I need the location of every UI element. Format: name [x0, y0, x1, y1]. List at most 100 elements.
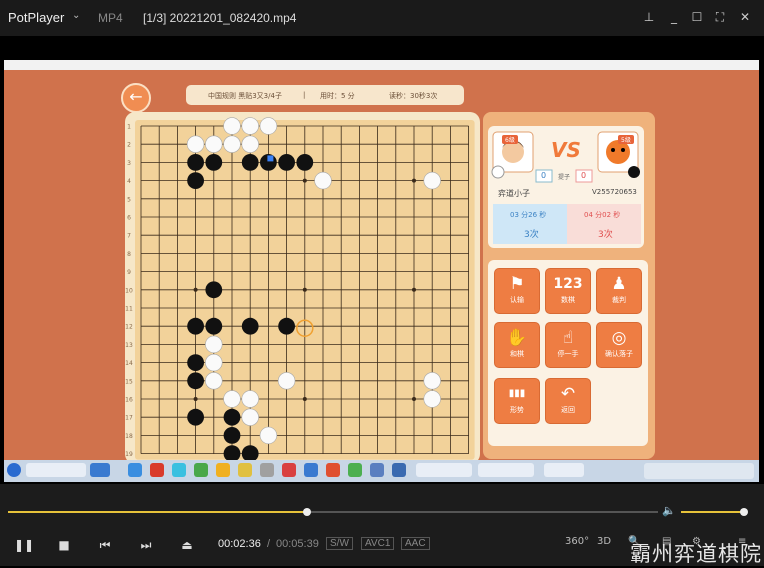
row-label: 16 — [125, 397, 133, 404]
black-stone — [187, 354, 204, 371]
tag-audio-codec[interactable]: AAC — [401, 537, 430, 550]
taskbar-task — [416, 463, 472, 477]
white-stone — [423, 390, 441, 408]
player-card: 6级 5级 VS 0 提子 0 弈道小子 V255720653 03 分26 秒… — [488, 126, 644, 248]
white-stone — [277, 372, 296, 390]
white-stone — [241, 135, 259, 153]
star-point — [193, 287, 198, 292]
return-button[interactable]: ↶ 返回 — [545, 378, 591, 424]
3d-button[interactable]: 3D — [597, 536, 611, 547]
volume-slider[interactable] — [681, 508, 748, 516]
time-separator: / — [267, 538, 271, 550]
seek-handle[interactable] — [303, 508, 311, 516]
close-icon[interactable]: ✕ — [736, 8, 754, 26]
total-time: 00:05:39 — [276, 538, 319, 550]
row-label: 14 — [125, 360, 133, 367]
row-label: 6 — [127, 215, 131, 222]
taskbar-app-icon — [370, 463, 384, 477]
last-move-marker — [267, 155, 274, 162]
start-icon — [7, 463, 21, 477]
row-label: 12 — [125, 324, 133, 331]
count-icon: 123 — [553, 276, 583, 292]
draw-button[interactable]: ✋ 和棋 — [494, 322, 540, 368]
next-button[interactable]: ⏭ — [128, 532, 164, 558]
row-label: 17 — [125, 415, 133, 422]
confirm-move-button[interactable]: ◎ 确认落子 — [596, 322, 642, 368]
fullscreen-icon[interactable]: ⛶ — [711, 8, 729, 26]
white-stone — [241, 117, 259, 135]
minimize-icon[interactable]: _ — [665, 8, 683, 26]
pause-icon: ❚❚ — [13, 538, 35, 552]
white-stone — [186, 135, 205, 153]
tag-video-codec[interactable]: AVC1 — [361, 537, 395, 550]
player-controls: 🔈 ❚❚ ■ ⏮ ⏭ ⏏ 00:02:36 / 00:05:39 S/W AVC… — [0, 484, 764, 566]
time-limit-text: 用时：5 分 — [320, 92, 355, 100]
row-label: 13 — [125, 342, 133, 349]
white-stone — [423, 171, 441, 190]
board-frame: 1 2 3 4 5 6 7 8 9 10 11 12 13 14 15 16 17 18 19 — [125, 112, 480, 464]
star-point — [412, 178, 416, 183]
taskbar-app-icon — [238, 463, 252, 477]
left-rank: 6级 — [502, 135, 518, 144]
previous-button[interactable]: ⏮ — [87, 532, 123, 558]
stop-button[interactable]: ■ — [46, 532, 82, 558]
eject-button[interactable]: ⏏ — [169, 532, 205, 558]
back-button[interactable]: ← — [121, 83, 151, 113]
white-stone — [205, 353, 223, 372]
vr360-button[interactable]: 360° — [565, 536, 589, 547]
situation-button[interactable]: ▮▮▮ 形势 — [494, 378, 540, 424]
taskbar-task — [478, 463, 534, 477]
white-stone — [205, 135, 223, 153]
go-board[interactable]: 12345678910111213141516171819 — [125, 112, 480, 464]
star-point — [412, 287, 416, 292]
maximize-icon[interactable]: ☐ — [688, 8, 706, 26]
rules-text: 中国规则 黑贴3又3/4子 — [208, 92, 282, 100]
pass-icon: ☝ — [562, 328, 574, 348]
right-time: 04 分02 秒 — [584, 211, 621, 219]
volume-handle[interactable] — [740, 508, 748, 516]
taskbar-app-icon — [150, 463, 164, 477]
undo-icon: ↶ — [560, 384, 576, 404]
chevron-down-icon[interactable]: ⌄ — [72, 10, 80, 21]
black-stone — [278, 317, 295, 335]
tag-sw[interactable]: S/W — [326, 537, 353, 550]
volume-icon[interactable]: 🔈 — [662, 504, 676, 517]
action-panel: ⚑ 认输 123 数棋 ♟ 裁判 ✋ 和棋 ☝ 停一手 ◎ 确认落子 ▮▮▮ 形势 ↶ 返回 — [488, 260, 648, 446]
row-label: 2 — [127, 142, 131, 149]
app-name[interactable]: PotPlayer — [8, 10, 64, 25]
seek-bar[interactable] — [8, 508, 658, 516]
taskbar-task — [90, 463, 110, 477]
taskbar-task — [544, 463, 584, 477]
row-label: 3 — [127, 160, 131, 167]
row-label: 15 — [125, 378, 133, 385]
black-stone — [187, 408, 204, 426]
pass-button[interactable]: ☝ 停一手 — [545, 322, 591, 368]
vs-label: VS — [551, 138, 581, 162]
star-point — [412, 397, 416, 401]
white-stone — [314, 171, 332, 190]
referee-button[interactable]: ♟ 裁判 — [596, 268, 642, 314]
left-captures: 0 — [541, 171, 547, 180]
taskbar-app-icon — [348, 463, 362, 477]
recorded-screen: ← 中国规则 黑贴3又3/4子 | 用时：5 分 读秒：30秒3次 123456… — [4, 60, 759, 482]
star-point — [302, 397, 307, 401]
seek-progress — [8, 511, 307, 513]
pause-button[interactable]: ❚❚ — [6, 532, 42, 558]
taskbar-app-icon — [128, 463, 142, 477]
white-stone — [423, 372, 441, 390]
black-stone — [205, 281, 223, 299]
resign-button[interactable]: ⚑ 认输 — [494, 268, 540, 314]
star-point — [302, 287, 307, 292]
black-stone — [296, 154, 314, 171]
taskbar-task — [26, 463, 86, 477]
eject-icon: ⏏ — [181, 538, 193, 552]
taskbar-app-icon — [172, 463, 186, 477]
byoyomi-text: 读秒：30秒3次 — [389, 92, 438, 100]
black-stone — [241, 317, 259, 335]
black-stone — [223, 408, 241, 426]
pin-icon[interactable]: ⊥ — [640, 8, 658, 26]
count-button[interactable]: 123 数棋 — [545, 268, 591, 314]
video-area[interactable]: ← 中国规则 黑贴3又3/4子 | 用时：5 分 读秒：30秒3次 123456… — [0, 54, 764, 484]
taskbar-app-icon — [326, 463, 340, 477]
row-label: 8 — [127, 251, 131, 258]
